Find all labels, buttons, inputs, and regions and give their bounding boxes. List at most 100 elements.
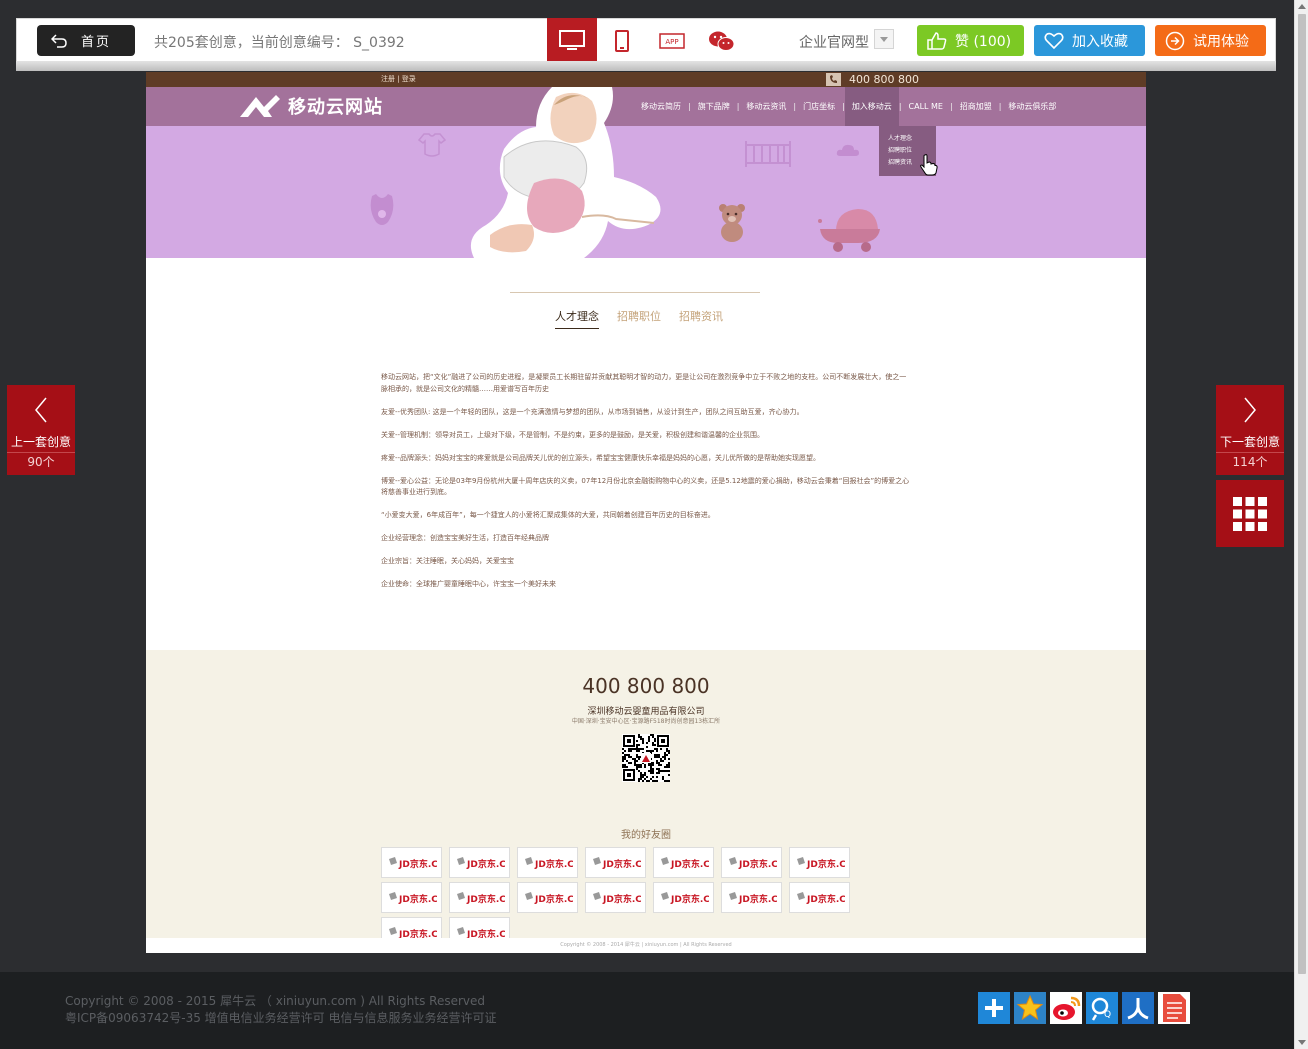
- tab[interactable]: 招聘资讯: [679, 308, 723, 329]
- wechat-icon: [709, 31, 735, 51]
- nav-item[interactable]: 门店坐标: [796, 87, 842, 126]
- renren-icon[interactable]: [1122, 992, 1154, 1024]
- desktop-view-button[interactable]: [547, 18, 597, 70]
- favorite-button[interactable]: 加入收藏: [1034, 25, 1145, 56]
- hand-cursor-icon: [920, 154, 938, 176]
- hero-banner: 移动云网站 移动云简历 | 旗下品牌 | 移动云资讯 | 门店坐标 | 加入移动云 | CALL M…: [146, 87, 1146, 258]
- back-arrow-icon: [51, 33, 67, 48]
- friends-title: 我的好友圈: [621, 830, 671, 841]
- nav-item[interactable]: 移动云俱乐部: [1001, 87, 1063, 126]
- toolbar-shadow: [16, 61, 1276, 71]
- partner-logo[interactable]: JD京东.COM: [653, 847, 714, 878]
- chevron-right-icon: [1244, 397, 1256, 423]
- nav-item[interactable]: 旗下品牌: [691, 87, 737, 126]
- utility-bar: 注册 | 登录 400 800 800: [146, 72, 1146, 87]
- partner-logo[interactable]: JD京东.COM: [789, 847, 850, 878]
- template-preview: 注册 | 登录 400 800 800 移动云网站 移动云简历 | 旗下品牌 | 移动云…: [146, 72, 1146, 953]
- content-paragraph: 友爱--优秀团队: 这是一个年轻的团队，这是一个充满激情与梦想的团队，从市场到销…: [381, 407, 804, 416]
- copyright-line: Copyright © 2008 - 2015 犀牛云 （ xiniuyun.c…: [65, 994, 486, 1008]
- heart-icon: [1044, 32, 1064, 50]
- site-type-select[interactable]: 企业官网型: [799, 32, 869, 52]
- header-phone: 400 800 800: [826, 72, 1146, 87]
- favorite-label: 加入收藏: [1072, 33, 1128, 50]
- page-copyright: Copyright © 2008 - 2015 犀牛云 （ xiniuyun.c…: [65, 993, 496, 1027]
- svg-text:JD京东.COM: JD京东.COM: [534, 858, 573, 870]
- partner-logo[interactable]: JD京东.COM: [517, 847, 578, 878]
- svg-text:Q: Q: [1104, 1010, 1111, 1020]
- top-toolbar: 首页 共205套创意，当前创意编号： S_0392 APP 企业官网型 赞 (1…: [16, 18, 1276, 70]
- stroller-icon: [818, 209, 880, 252]
- prev-count: 90个: [7, 452, 75, 471]
- chevron-down-icon: [880, 36, 888, 42]
- svg-text:JD京东.COM: JD京东.COM: [602, 858, 641, 870]
- site-type-dropdown[interactable]: [874, 29, 894, 49]
- wechat-view-button[interactable]: [697, 18, 747, 63]
- content-paragraph: 博爱--爱心公益：无论是03年9月份杭州大厦十周年店庆的义卖，07年12月份北京…: [381, 476, 910, 497]
- qzone-icon[interactable]: [1014, 992, 1046, 1024]
- content-paragraph: 企业使命：全球推广婴童睡眠中心，许宝宝一个美好未来: [381, 580, 556, 588]
- register-login-links[interactable]: 注册 | 登录: [381, 74, 416, 84]
- partner-logo[interactable]: JD京东.COM: [585, 847, 646, 878]
- app-view-button[interactable]: APP: [647, 18, 697, 63]
- svg-text:APP: APP: [665, 38, 678, 46]
- site-copyright: Copyright © 2008 - 2014 犀牛云 | xiniuyun.c…: [146, 938, 1146, 953]
- tab[interactable]: 人才理念: [555, 308, 599, 329]
- partner-logos: JD京东.COM JD京东.COM JD京东.COM JD京东.COM JD京东.COM…: [381, 847, 916, 948]
- partner-logo[interactable]: JD京东.COM: [721, 847, 782, 878]
- arrow-circle-icon: [1165, 31, 1185, 51]
- home-button[interactable]: 首页: [37, 25, 135, 56]
- content-tabs: 人才理念 招聘职位 招聘资讯: [555, 308, 741, 329]
- tablet-view-button[interactable]: [597, 18, 647, 63]
- partner-logo[interactable]: JD京东.COM: [381, 882, 442, 913]
- svg-text:JD京东.COM: JD京东.COM: [602, 893, 641, 905]
- nav-item[interactable]: CALL ME: [902, 87, 950, 126]
- partner-logo[interactable]: JD京东.COM: [721, 882, 782, 913]
- trial-button[interactable]: 试用体验: [1155, 25, 1266, 56]
- content-paragraph: 移动云网站，把“文化”融进了公司的历史进程，是凝聚员工长期驻留并贡献其聪明才智的…: [381, 373, 907, 393]
- footer-phone: 400 800 800: [582, 674, 710, 698]
- partner-logo[interactable]: JD京东.COM: [381, 847, 442, 878]
- next-creative-button[interactable]: 下一套创意 114个: [1216, 385, 1284, 475]
- trial-label: 试用体验: [1193, 33, 1249, 50]
- partner-logo[interactable]: JD京东.COM: [449, 882, 510, 913]
- baby-photo: [470, 87, 661, 258]
- content-paragraph: “小爱变大爱，6年成百年”，每一个捷宜人的小爱将汇聚成集体的大爱，共同朝着创建百…: [381, 511, 715, 519]
- all-creatives-button[interactable]: [1216, 480, 1284, 547]
- share-bar: Q: [978, 992, 1190, 1024]
- partner-logo[interactable]: JD京东.COM: [449, 847, 510, 878]
- app-icon: APP: [659, 32, 685, 49]
- tab[interactable]: 招聘职位: [617, 308, 661, 329]
- prev-creative-button[interactable]: 上一套创意 90个: [7, 385, 75, 475]
- like-button[interactable]: 赞 (100): [917, 25, 1024, 56]
- tencent-weibo-icon[interactable]: Q: [1086, 992, 1118, 1024]
- partner-logo[interactable]: JD京东.COM: [585, 882, 646, 913]
- desktop-icon: [559, 29, 585, 50]
- partner-logo[interactable]: JD京东.COM: [789, 882, 850, 913]
- weibo-icon[interactable]: [1050, 992, 1082, 1024]
- nav-item[interactable]: 移动云资讯: [739, 87, 793, 126]
- svg-text:JD京东.COM: JD京东.COM: [398, 893, 437, 905]
- nav-item[interactable]: 加入移动云: [844, 87, 899, 126]
- page-scrollbar[interactable]: [1294, 0, 1308, 1049]
- svg-text:JD京东.COM: JD京东.COM: [398, 858, 437, 870]
- partner-logo[interactable]: JD京东.COM: [517, 882, 578, 913]
- scroll-down-icon[interactable]: [1298, 1040, 1306, 1045]
- svg-text:JD京东.COM: JD京东.COM: [738, 858, 777, 870]
- header-phone-number: 400 800 800: [849, 73, 919, 86]
- onesie-icon: [418, 133, 446, 157]
- svg-text:JD京东.COM: JD京东.COM: [466, 893, 505, 905]
- scroll-up-icon[interactable]: [1298, 4, 1306, 9]
- company-address: 中国·深圳·宝安中心区·宝源路F518时尚创意园13栋汇所: [571, 718, 721, 725]
- dropdown-item[interactable]: 人才理念: [888, 133, 927, 145]
- next-label: 下一套创意: [1219, 435, 1280, 449]
- qr-code: [622, 734, 670, 782]
- more-share-icon[interactable]: [978, 992, 1010, 1024]
- next-count: 114个: [1216, 452, 1284, 471]
- partner-logo[interactable]: JD京东.COM: [653, 882, 714, 913]
- nav-item[interactable]: 招商加盟: [953, 87, 999, 126]
- prev-label: 上一套创意: [10, 435, 71, 449]
- svg-text:JD京东.COM: JD京东.COM: [534, 893, 573, 905]
- site-logo[interactable]: 移动云网站: [238, 93, 383, 119]
- scroll-thumb[interactable]: [1298, 14, 1306, 974]
- douban-icon[interactable]: [1158, 992, 1190, 1024]
